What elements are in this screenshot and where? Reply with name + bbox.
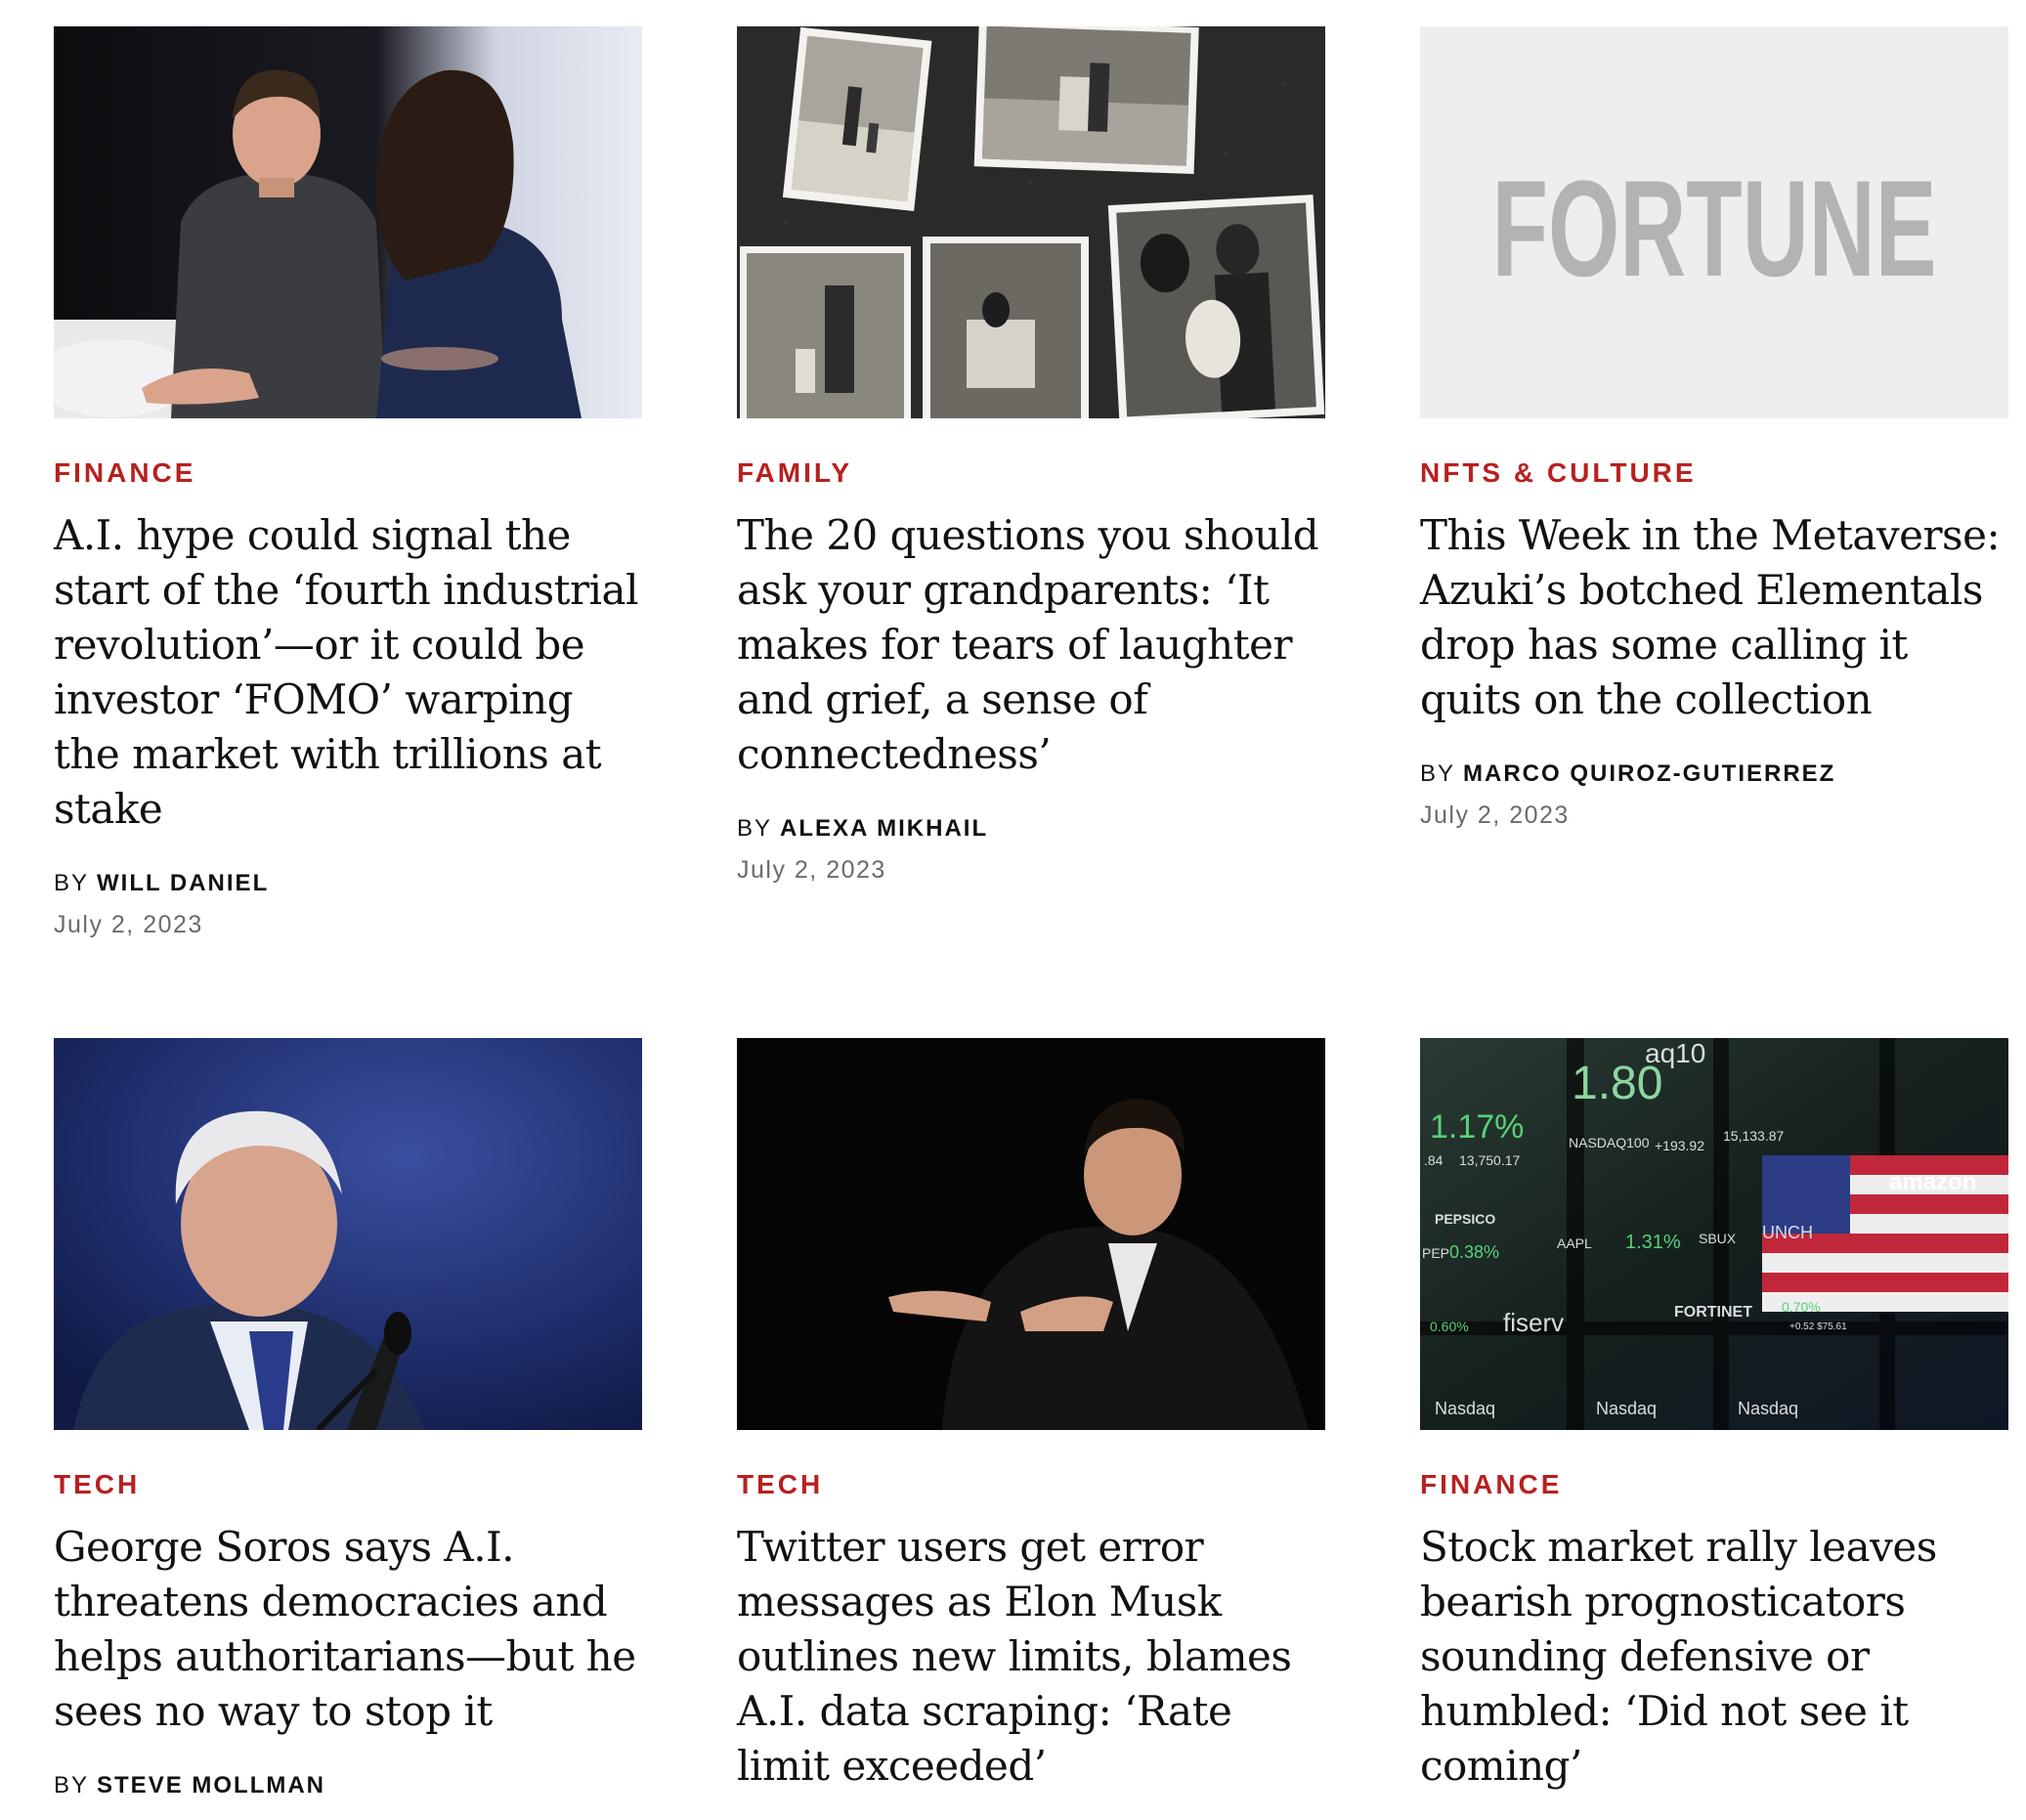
svg-text:0.38%: 0.38% [1449, 1242, 1499, 1262]
svg-text:SBUX: SBUX [1699, 1231, 1737, 1246]
article-category[interactable]: TECH [737, 1471, 1325, 1498]
article-image-soros[interactable] [54, 1038, 642, 1430]
svg-text:0.60%: 0.60% [1430, 1319, 1469, 1334]
article-headline[interactable]: A.I. hype could signal the start of the … [54, 508, 642, 837]
fortune-logo-placeholder: FORTUNE [1420, 26, 2008, 418]
article-category[interactable]: FAMILY [737, 459, 1325, 487]
article-image-placeholder[interactable]: FORTUNE [1420, 26, 2008, 418]
svg-text:AAPL: AAPL [1557, 1235, 1592, 1251]
svg-text:Nasdaq: Nasdaq [1435, 1399, 1495, 1418]
article-author[interactable]: WILL DANIEL [97, 870, 269, 896]
article-byline: BY STEVE MOLLMAN [54, 1774, 642, 1798]
byline-prefix: BY [54, 870, 90, 896]
svg-text:FORTUNE: FORTUNE [1492, 152, 1937, 305]
article-date: July 2, 2023 [737, 856, 886, 884]
article-headline[interactable]: Stock market rally leaves bearish progno… [1420, 1520, 2008, 1794]
svg-text:+193.92: +193.92 [1655, 1138, 1704, 1153]
article-author[interactable]: STEVE MOLLMAN [97, 1772, 325, 1798]
byline-prefix: BY [54, 1772, 90, 1798]
article-byline: BY MARCO QUIROZ-GUTIERREZ [1420, 762, 2008, 786]
photo-nasdaq-ticker-image: 1.17% 1.80 0.38% 1.31% 0.60% 0.70% aq10 … [1420, 1038, 2008, 1430]
svg-text:UNCH: UNCH [1762, 1223, 1813, 1242]
article-byline: BY ALEXA MIKHAIL [737, 817, 1325, 841]
article-card-metaverse[interactable]: FORTUNE NFTS & CULTURE This Week in the … [1420, 26, 2008, 1038]
svg-text:fiserv: fiserv [1503, 1308, 1564, 1337]
svg-text:aq10: aq10 [1645, 1038, 1705, 1068]
article-author[interactable]: ALEXA MIKHAIL [780, 815, 988, 842]
svg-text:+0.52 $75.61: +0.52 $75.61 [1789, 1322, 1847, 1332]
article-card-soros[interactable]: TECH George Soros says A.I. threatens de… [54, 1038, 642, 1820]
svg-text:0.70%: 0.70% [1782, 1299, 1821, 1315]
svg-text:15,133.87: 15,133.87 [1723, 1128, 1784, 1144]
svg-text:FORTINET: FORTINET [1674, 1304, 1752, 1321]
byline-prefix: BY [1420, 760, 1456, 787]
svg-text:PEP: PEP [1422, 1245, 1449, 1261]
article-image-grandparents[interactable] [737, 26, 1325, 418]
article-headline[interactable]: Twitter users get error messages as Elon… [737, 1520, 1325, 1794]
article-card-twitter[interactable]: TECH Twitter users get error messages as… [737, 1038, 1325, 1820]
article-grid: FINANCE A.I. hype could signal the start… [54, 26, 2011, 1820]
article-category[interactable]: NFTS & CULTURE [1420, 459, 2008, 487]
svg-text:1.17%: 1.17% [1430, 1108, 1524, 1146]
article-byline: BY WILL DANIEL [54, 872, 642, 895]
article-image-ai-hype[interactable] [54, 26, 642, 418]
article-headline[interactable]: George Soros says A.I. threatens democra… [54, 1520, 642, 1739]
article-category[interactable]: FINANCE [54, 459, 642, 487]
article-image-nasdaq[interactable]: 1.17% 1.80 0.38% 1.31% 0.60% 0.70% aq10 … [1420, 1038, 2008, 1430]
article-card-stock-market[interactable]: 1.17% 1.80 0.38% 1.31% 0.60% 0.70% aq10 … [1420, 1038, 2008, 1820]
article-date: July 2, 2023 [1420, 802, 1570, 829]
photo-old-photographs-image [737, 26, 1325, 418]
svg-text:13,750.17: 13,750.17 [1459, 1152, 1520, 1168]
svg-text:.84: .84 [1424, 1152, 1444, 1168]
article-category[interactable]: TECH [54, 1471, 642, 1498]
svg-text:NASDAQ100: NASDAQ100 [1569, 1135, 1650, 1150]
svg-text:amazon: amazon [1889, 1169, 1976, 1195]
photo-speaker-stage-image [737, 1038, 1325, 1430]
byline-prefix: BY [737, 815, 773, 842]
article-card-grandparents[interactable]: FAMILY The 20 questions you should ask y… [737, 26, 1325, 1038]
article-image-musk[interactable] [737, 1038, 1325, 1430]
svg-text:PEPSICO: PEPSICO [1435, 1211, 1495, 1227]
svg-text:Nasdaq: Nasdaq [1738, 1399, 1798, 1418]
article-date: July 2, 2023 [54, 911, 203, 938]
article-headline[interactable]: This Week in the Metaverse: Azuki’s botc… [1420, 508, 2008, 727]
article-headline[interactable]: The 20 questions you should ask your gra… [737, 508, 1325, 782]
article-category[interactable]: FINANCE [1420, 1471, 2008, 1498]
photo-speaker-microphone-image [54, 1038, 642, 1430]
svg-text:Nasdaq: Nasdaq [1596, 1399, 1657, 1418]
article-card-ai-hype[interactable]: FINANCE A.I. hype could signal the start… [54, 26, 642, 1038]
photo-interview-image [54, 26, 642, 418]
svg-text:1.31%: 1.31% [1625, 1232, 1681, 1253]
article-author[interactable]: MARCO QUIROZ-GUTIERREZ [1463, 760, 1835, 787]
